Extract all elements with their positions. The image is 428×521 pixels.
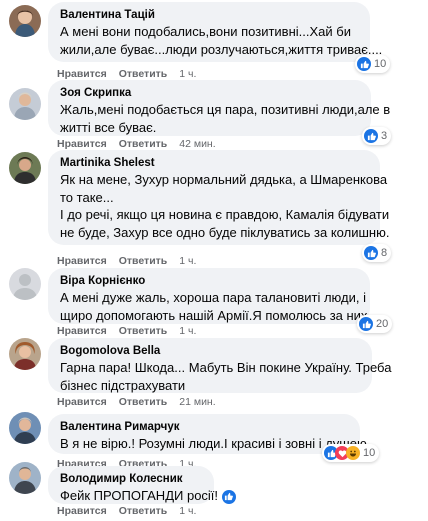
- comment-bubble: Валентина Тацій А мені вони подобались,в…: [48, 2, 383, 62]
- comment-author[interactable]: Bogomolova Bella: [60, 344, 360, 359]
- reaction-summary[interactable]: 10: [355, 55, 391, 73]
- comment-text: Жаль,мені подобається ця пара, позитивні…: [60, 102, 391, 117]
- like-button[interactable]: Нравится: [57, 505, 107, 517]
- comment-text: бізнес підстрахувати: [60, 377, 186, 393]
- reaction-summary[interactable]: 8: [362, 244, 392, 262]
- comment-actions: Нравится Ответить 21 мин.: [57, 396, 228, 409]
- comment-text: житті все буває.: [60, 119, 157, 135]
- like-icon: [221, 489, 236, 504]
- comment-bubble: Валентина Римарчук В я не вірю.! Розумні…: [48, 414, 371, 454]
- comment-bubble: Martinika Shelest Як на мене, Зухур норм…: [48, 150, 390, 245]
- comment-author[interactable]: Валентина Тацій: [60, 8, 358, 23]
- comment-author[interactable]: Віра Корнієнко: [60, 274, 358, 289]
- reply-button[interactable]: Ответить: [119, 138, 168, 150]
- comment-author[interactable]: Зоя Скрипка: [60, 86, 359, 101]
- comment-text: І до речі, якщо ця новина є правдою, Кам…: [60, 207, 390, 222]
- comment-author[interactable]: Валентина Римарчук: [60, 420, 348, 435]
- comment-bubble: Bogomolova Bella Гарна пара! Шкода... Ма…: [48, 338, 392, 393]
- reaction-count: 3: [381, 130, 388, 142]
- comment-text: не буде, Захур все одно буде піклуватись…: [60, 224, 390, 240]
- comment-actions: Нравится Ответить 1 ч.: [57, 255, 208, 268]
- comment-time[interactable]: 42 мин.: [179, 138, 215, 150]
- reaction-summary[interactable]: 3: [362, 127, 392, 145]
- comment-bubble: Зоя Скрипка Жаль,мені подобається ця пар…: [48, 80, 391, 136]
- haha-icon: [346, 446, 360, 460]
- reaction-count: 8: [381, 247, 388, 259]
- like-button[interactable]: Нравится: [57, 68, 107, 80]
- comment-text: Гарна пара! Шкода... Мабуть Він покине У…: [60, 360, 392, 375]
- like-button[interactable]: Нравится: [57, 396, 107, 408]
- comment-text-body: Фейк ПРОПОГАНДИ росії!: [60, 488, 219, 503]
- comment-text: А мені дуже жаль, хороша пара талановиті…: [60, 290, 366, 305]
- comment-time[interactable]: 1 ч.: [179, 325, 196, 337]
- comment-actions: Нравится Ответить 1 ч.: [57, 505, 208, 518]
- comment-actions: Нравится Ответить 1 ч.: [57, 325, 208, 338]
- avatar[interactable]: [9, 412, 41, 444]
- reply-button[interactable]: Ответить: [119, 505, 168, 517]
- comment-text: то таке...: [60, 189, 114, 205]
- comment-author[interactable]: Володимир Колесник: [60, 472, 202, 487]
- reaction-count: 10: [363, 447, 376, 459]
- comment-author[interactable]: Martinika Shelest: [60, 156, 368, 171]
- comment-text: жили,але буває...люди розлучаються,життя…: [60, 41, 383, 57]
- like-icon: [359, 317, 373, 331]
- reply-button[interactable]: Ответить: [119, 396, 168, 408]
- avatar[interactable]: [9, 152, 41, 184]
- reply-button[interactable]: Ответить: [119, 68, 168, 80]
- avatar[interactable]: [9, 462, 41, 494]
- comment-time[interactable]: 21 мин.: [179, 396, 215, 408]
- comment-text: Фейк ПРОПОГАНДИ росії!: [60, 487, 236, 505]
- like-button[interactable]: Нравится: [57, 325, 107, 337]
- avatar[interactable]: [9, 338, 41, 370]
- like-button[interactable]: Нравится: [57, 255, 107, 267]
- reaction-count: 10: [374, 58, 387, 70]
- avatar[interactable]: [9, 88, 41, 120]
- comment-text: В я не вірю.! Розумні люди.І красиві і з…: [60, 436, 371, 451]
- reply-button[interactable]: Ответить: [119, 325, 168, 337]
- reply-button[interactable]: Ответить: [119, 255, 168, 267]
- like-icon: [364, 129, 378, 143]
- avatar[interactable]: [9, 268, 41, 300]
- comment-text: Як на мене, Зухур нормальний дядька, а Ш…: [60, 172, 388, 187]
- comment-text: щиро допомогають нашій Армії.Я помолюсь …: [60, 307, 372, 323]
- comment-bubble: Володимир Колесник Фейк ПРОПОГАНДИ росії…: [48, 466, 236, 505]
- comment-time[interactable]: 1 ч.: [179, 68, 196, 80]
- reaction-summary[interactable]: 20: [357, 315, 393, 333]
- avatar[interactable]: [9, 5, 41, 37]
- like-icon: [357, 57, 371, 71]
- like-icon: [364, 246, 378, 260]
- like-button[interactable]: Нравится: [57, 138, 107, 150]
- reaction-summary[interactable]: 10: [322, 444, 380, 462]
- comment-text: А мені вони подобались,вони позитивні...…: [60, 24, 351, 39]
- comment-time[interactable]: 1 ч.: [179, 255, 196, 267]
- comment-time[interactable]: 1 ч.: [179, 505, 196, 517]
- comment-bubble: Віра Корнієнко А мені дуже жаль, хороша …: [48, 268, 372, 324]
- reaction-count: 20: [376, 318, 389, 330]
